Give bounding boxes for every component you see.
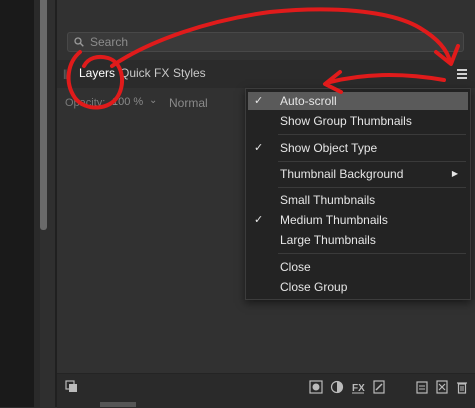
menu-item-label: Medium Thumbnails	[280, 213, 388, 227]
trash-icon[interactable]	[455, 380, 469, 394]
submenu-arrow-icon: ▶	[451, 169, 458, 178]
duplicate-icon[interactable]	[435, 380, 449, 394]
menu-item-small-thumbnails[interactable]: Small Thumbnails	[248, 191, 468, 209]
add-layer-icon[interactable]	[415, 380, 429, 394]
opacity-value[interactable]: 100 %	[112, 96, 143, 108]
svg-text:FX: FX	[352, 383, 365, 394]
check-icon: ✓	[254, 214, 264, 226]
panel-menu-icon[interactable]	[457, 69, 467, 79]
layers-stack-icon[interactable]	[65, 380, 79, 394]
menu-item-close-group[interactable]: Close Group	[248, 278, 468, 296]
mask-icon[interactable]	[309, 380, 323, 394]
chevron-down-icon[interactable]: ⌄	[149, 95, 157, 106]
check-icon: ✓	[254, 95, 264, 107]
brush-icon[interactable]	[372, 380, 386, 394]
search-placeholder: Search	[90, 35, 129, 49]
tab-quick-fx[interactable]: Quick FX	[120, 66, 169, 80]
menu-separator	[278, 187, 466, 188]
menu-item-show-group-thumbnails[interactable]: Show Group Thumbnails	[248, 112, 468, 130]
left-dark-panel	[0, 0, 34, 407]
search-icon	[74, 37, 84, 47]
menu-item-label: Auto-scroll	[280, 94, 337, 108]
menu-item-medium-thumbnails[interactable]: ✓ Medium Thumbnails	[248, 211, 468, 229]
menu-separator	[278, 161, 466, 162]
panel-tab-bar: || Layers Quick FX Styles	[57, 60, 475, 88]
fx-icon[interactable]: FX	[351, 380, 365, 394]
menu-item-close[interactable]: Close	[248, 258, 468, 276]
menu-item-label: Close	[280, 260, 311, 274]
panel-context-menu: ✓ Auto-scroll Show Group Thumbnails ✓ Sh…	[245, 88, 471, 300]
menu-item-label: Thumbnail Background	[280, 167, 404, 181]
opacity-label: Opacity:	[65, 97, 106, 109]
menu-separator	[278, 253, 466, 254]
menu-item-thumbnail-background[interactable]: Thumbnail Background ▶	[248, 165, 468, 183]
adjustment-icon[interactable]	[330, 380, 344, 394]
left-scrollbar[interactable]	[40, 0, 47, 230]
drag-grip-icon[interactable]: ||	[63, 69, 67, 80]
menu-item-label: Show Object Type	[280, 141, 378, 155]
menu-item-label: Show Group Thumbnails	[280, 114, 412, 128]
menu-item-label: Small Thumbnails	[280, 193, 376, 207]
search-input[interactable]: Search	[67, 32, 464, 52]
tab-styles[interactable]: Styles	[173, 66, 206, 80]
blend-mode-select[interactable]: Normal	[169, 96, 208, 110]
menu-separator	[278, 134, 466, 135]
menu-item-auto-scroll[interactable]: ✓ Auto-scroll	[248, 92, 468, 110]
menu-item-label: Close Group	[280, 280, 348, 294]
menu-item-show-object-type[interactable]: ✓ Show Object Type	[248, 139, 468, 157]
menu-item-label: Large Thumbnails	[280, 233, 376, 247]
menu-item-large-thumbnails[interactable]: Large Thumbnails	[248, 231, 468, 249]
bottom-scrollbar[interactable]	[100, 402, 136, 407]
check-icon: ✓	[254, 142, 264, 154]
tab-layers[interactable]: Layers	[79, 66, 115, 80]
